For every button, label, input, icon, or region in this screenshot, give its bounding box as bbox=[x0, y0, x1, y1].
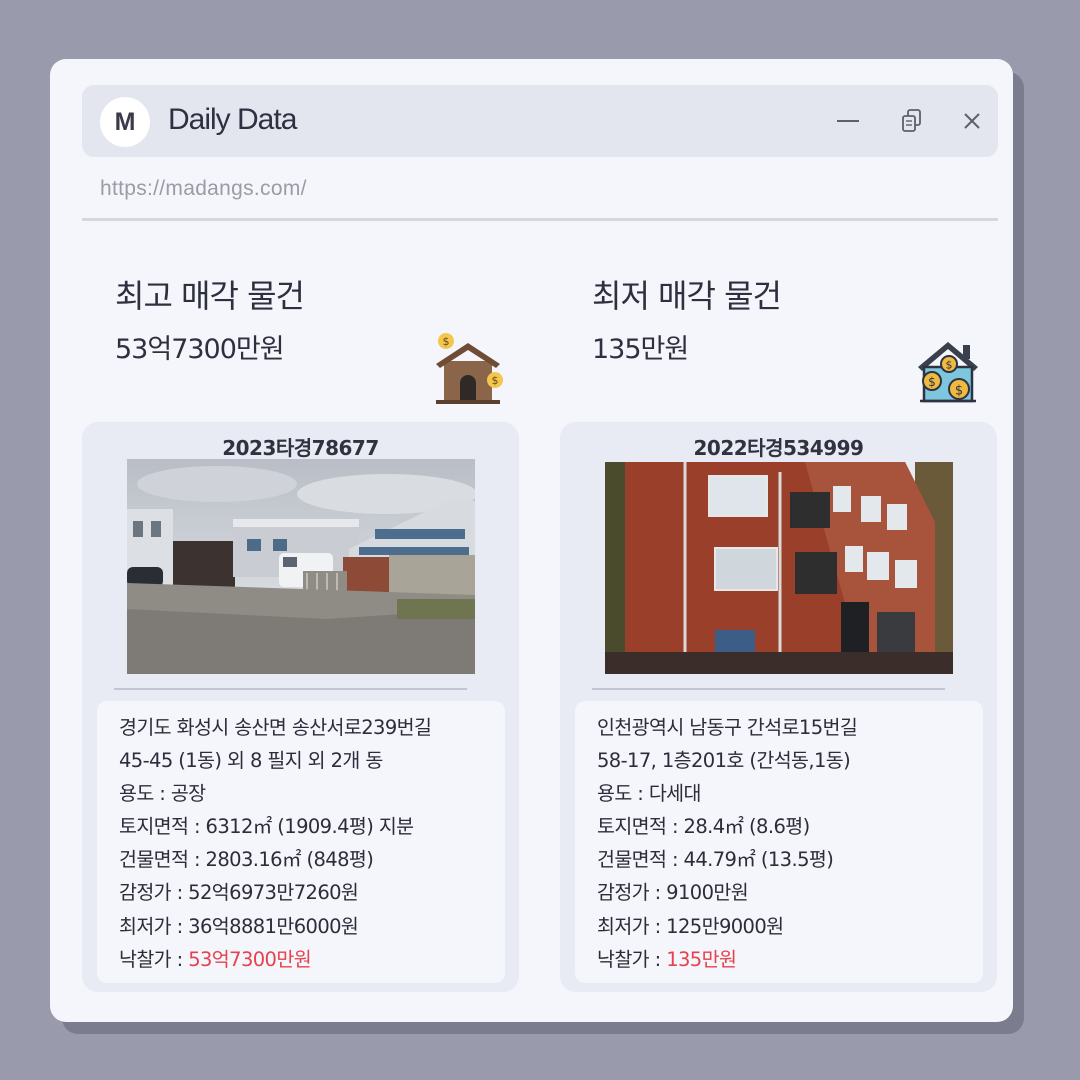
left-heading: 최고 매각 물건 bbox=[115, 277, 305, 315]
property-card-lowest[interactable]: 2022타경534999 인천광역시 남동구 간석로15번길 58-17, 1층… bbox=[560, 422, 997, 992]
title-bar: M Daily Data bbox=[82, 85, 998, 157]
winning-bid-value: 135만원 bbox=[666, 947, 737, 971]
minimum-price: 최저가 : 36억8881만6000원 bbox=[119, 914, 359, 938]
close-icon bbox=[964, 113, 980, 129]
winning-bid-label: 낙찰가 : bbox=[597, 947, 667, 971]
property-info: 인천광역시 남동구 간석로15번길 58-17, 1층201호 (간석동,1동)… bbox=[575, 701, 983, 983]
app-avatar: M bbox=[100, 97, 150, 147]
appraisal-price: 감정가 : 52억6973만7260원 bbox=[119, 881, 359, 905]
card-divider bbox=[592, 688, 945, 690]
usage: 용도 : 다세대 bbox=[597, 782, 701, 806]
svg-text:$: $ bbox=[928, 375, 936, 389]
address-line-1: 경기도 화성시 송산면 송산서로239번길 bbox=[119, 716, 432, 739]
restore-icon bbox=[902, 109, 921, 132]
case-number: 2022타경534999 bbox=[693, 436, 864, 460]
app-window: M Daily Data https://madangs.com/ 최고 매각 … bbox=[50, 59, 1013, 1022]
right-price: 135만원 bbox=[592, 334, 689, 365]
appraisal-price: 감정가 : 9100만원 bbox=[597, 881, 749, 905]
address-line-2: 58-17, 1층201호 (간석동,1동) bbox=[597, 749, 851, 773]
property-card-highest[interactable]: 2023타경78677 경기도 화성시 송산면 송산서로239번길 45-45 … bbox=[82, 422, 519, 992]
close-button[interactable] bbox=[958, 107, 986, 135]
address-line-2: 45-45 (1동) 외 8 필지 외 2개 동 bbox=[119, 749, 383, 773]
svg-text:$: $ bbox=[492, 374, 499, 387]
header-divider bbox=[82, 218, 998, 221]
house-coins-icon: $ $ $ bbox=[916, 339, 980, 407]
restore-button[interactable] bbox=[898, 107, 926, 135]
winning-bid-value: 53억7300만원 bbox=[188, 947, 312, 971]
minimum-price: 최저가 : 125만9000원 bbox=[597, 914, 784, 938]
winning-bid: 낙찰가 : 53억7300만원 bbox=[119, 943, 505, 976]
url-text[interactable]: https://madangs.com/ bbox=[100, 177, 307, 201]
land-area: 토지면적 : 28.4㎡ (8.6평) bbox=[597, 815, 810, 839]
house-money-icon: $ $ bbox=[432, 331, 508, 409]
address-line-1: 인천광역시 남동구 간석로15번길 bbox=[597, 716, 858, 739]
svg-text:$: $ bbox=[443, 335, 450, 348]
minimize-button[interactable] bbox=[834, 107, 862, 135]
svg-text:$: $ bbox=[955, 384, 963, 399]
card-divider bbox=[114, 688, 467, 690]
left-price: 53억7300만원 bbox=[115, 334, 285, 365]
right-heading: 최저 매각 물건 bbox=[592, 277, 782, 315]
property-photo-factory bbox=[127, 459, 475, 674]
building-area: 건물면적 : 44.79㎡ (13.5평) bbox=[597, 848, 834, 872]
building-area: 건물면적 : 2803.16㎡ (848평) bbox=[119, 848, 374, 872]
property-photo-apartment bbox=[605, 462, 953, 674]
winning-bid-label: 낙찰가 : bbox=[119, 947, 189, 971]
property-info: 경기도 화성시 송산면 송산서로239번길 45-45 (1동) 외 8 필지 … bbox=[97, 701, 505, 983]
land-area: 토지면적 : 6312㎡ (1909.4평) 지분 bbox=[119, 815, 414, 839]
case-number: 2023타경78677 bbox=[222, 436, 379, 460]
app-title: Daily Data bbox=[168, 103, 297, 136]
minimize-icon bbox=[837, 120, 859, 122]
usage: 용도 : 공장 bbox=[119, 782, 206, 806]
winning-bid: 낙찰가 : 135만원 bbox=[597, 943, 983, 976]
svg-text:$: $ bbox=[946, 359, 953, 372]
